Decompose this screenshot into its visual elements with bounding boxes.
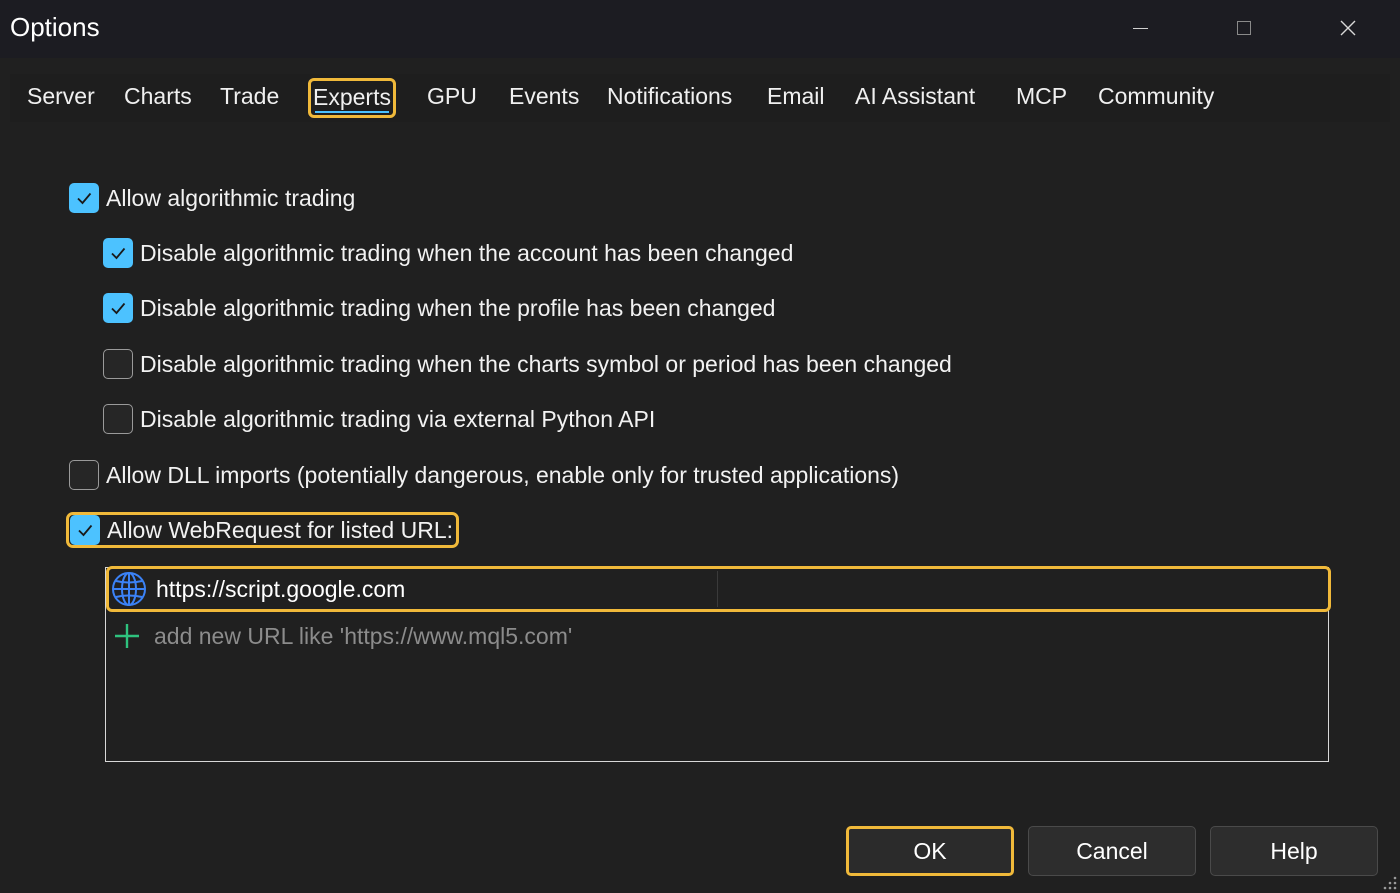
- allow-algo-trading-label: Allow algorithmic trading: [106, 184, 356, 211]
- allow-webrequest-checkbox[interactable]: [70, 515, 100, 545]
- disable-python-api-checkbox[interactable]: [103, 404, 133, 434]
- disable-on-profile-change-checkbox[interactable]: [103, 293, 133, 323]
- add-url-row[interactable]: add new URL like 'https://www.mql5.com': [112, 616, 572, 656]
- disable-on-profile-change-row[interactable]: Disable algorithmic trading when the pro…: [103, 291, 775, 325]
- disable-python-api-row[interactable]: Disable algorithmic trading via external…: [103, 402, 655, 436]
- tab-charts[interactable]: Charts: [124, 78, 192, 118]
- column-divider: [717, 571, 718, 607]
- resize-grip-icon[interactable]: [1382, 875, 1398, 891]
- allow-webrequest-row[interactable]: Allow WebRequest for listed URL:: [66, 512, 459, 548]
- ok-button[interactable]: OK: [846, 826, 1014, 876]
- allow-dll-row[interactable]: Allow DLL imports (potentially dangerous…: [69, 458, 899, 492]
- tab-gpu[interactable]: GPU: [427, 78, 477, 118]
- allow-webrequest-label: Allow WebRequest for listed URL:: [107, 516, 453, 543]
- maximize-button[interactable]: [1192, 0, 1296, 56]
- tab-trade[interactable]: Trade: [220, 78, 279, 118]
- plus-icon: [115, 624, 139, 648]
- disable-on-account-change-label: Disable algorithmic trading when the acc…: [140, 239, 794, 266]
- tab-bar: Server Charts Trade Experts GPU Events N…: [10, 74, 1390, 122]
- minimize-button[interactable]: [1088, 0, 1192, 56]
- disable-on-account-change-row[interactable]: Disable algorithmic trading when the acc…: [103, 236, 793, 270]
- tab-ai-assistant[interactable]: AI Assistant: [855, 78, 975, 118]
- options-panel: Server Charts Trade Experts GPU Events N…: [10, 74, 1390, 814]
- window-title: Options: [10, 12, 100, 42]
- dialog-footer: OK Cancel Help: [0, 814, 1400, 893]
- url-text: https://script.google.com: [156, 575, 406, 602]
- tab-experts[interactable]: Experts: [308, 78, 396, 118]
- allow-dll-checkbox[interactable]: [69, 460, 99, 490]
- minimize-icon: [1132, 27, 1148, 29]
- add-url-placeholder: add new URL like 'https://www.mql5.com': [154, 622, 573, 649]
- disable-on-symbol-change-row[interactable]: Disable algorithmic trading when the cha…: [103, 347, 952, 381]
- checkmark-icon: [77, 192, 92, 205]
- allow-algo-trading-checkbox[interactable]: [69, 183, 99, 213]
- checkmark-icon: [111, 247, 126, 260]
- tab-community[interactable]: Community: [1098, 78, 1214, 118]
- cancel-button[interactable]: Cancel: [1028, 826, 1196, 876]
- tab-email[interactable]: Email: [767, 78, 825, 118]
- help-button[interactable]: Help: [1210, 826, 1378, 876]
- disable-on-symbol-change-checkbox[interactable]: [103, 349, 133, 379]
- allow-dll-label: Allow DLL imports (potentially dangerous…: [106, 461, 900, 488]
- checkmark-icon: [111, 302, 126, 315]
- close-icon: [1340, 20, 1356, 36]
- url-list[interactable]: https://script.google.com add new URL li…: [105, 566, 1331, 762]
- tab-server[interactable]: Server: [27, 78, 95, 118]
- globe-icon: [112, 572, 146, 606]
- tab-mcp[interactable]: MCP: [1016, 78, 1067, 118]
- allow-algo-trading-row[interactable]: Allow algorithmic trading: [69, 181, 355, 215]
- close-button[interactable]: [1296, 0, 1400, 56]
- options-dialog: Options Server Charts Trade Experts GPU …: [0, 0, 1400, 893]
- url-list-item[interactable]: https://script.google.com: [106, 566, 1331, 612]
- disable-on-account-change-checkbox[interactable]: [103, 238, 133, 268]
- disable-on-profile-change-label: Disable algorithmic trading when the pro…: [140, 294, 776, 321]
- disable-on-symbol-change-label: Disable algorithmic trading when the cha…: [140, 350, 952, 377]
- disable-python-api-label: Disable algorithmic trading via external…: [140, 405, 656, 432]
- tab-events[interactable]: Events: [509, 78, 579, 118]
- title-bar: Options: [0, 0, 1400, 58]
- maximize-icon: [1237, 21, 1251, 35]
- tab-notifications[interactable]: Notifications: [607, 78, 732, 118]
- checkmark-icon: [78, 524, 93, 537]
